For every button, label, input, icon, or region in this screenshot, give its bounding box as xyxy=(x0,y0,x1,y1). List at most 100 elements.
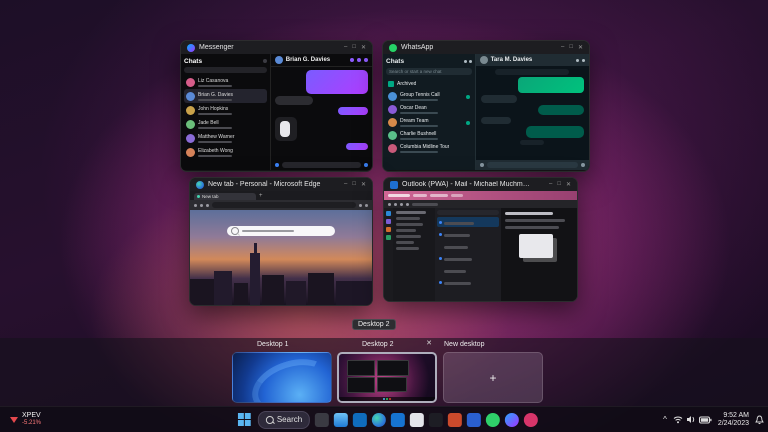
video-call-icon[interactable] xyxy=(357,58,361,62)
chat-list-item[interactable]: John Hopkins xyxy=(184,103,267,117)
new-mail-icon[interactable] xyxy=(388,203,391,206)
word-icon[interactable] xyxy=(467,413,481,427)
new-chat-icon[interactable] xyxy=(464,60,467,63)
archived-row[interactable]: Archived xyxy=(386,77,472,90)
info-icon[interactable] xyxy=(364,58,368,62)
todo-icon[interactable] xyxy=(386,235,391,240)
new-tab-icon[interactable]: + xyxy=(259,193,263,200)
store-icon[interactable] xyxy=(391,413,405,427)
search-button[interactable]: Search xyxy=(258,411,310,429)
calendar-icon[interactable] xyxy=(386,219,391,224)
chat-list-item[interactable]: Liz Casanova xyxy=(184,75,267,89)
folder-item[interactable] xyxy=(396,229,416,232)
desktop-1-thumbnail[interactable] xyxy=(232,352,332,403)
messenger-icon[interactable] xyxy=(505,413,519,427)
close-icon[interactable]: ✕ xyxy=(361,44,366,51)
close-desktop-icon[interactable]: ✕ xyxy=(424,339,434,349)
close-icon[interactable]: ✕ xyxy=(361,181,366,188)
search-icon[interactable] xyxy=(576,59,579,62)
browser-tab[interactable]: New tab xyxy=(194,193,256,200)
mail-search-bar[interactable] xyxy=(437,210,499,215)
quick-settings-button[interactable] xyxy=(673,415,712,424)
mail-item[interactable] xyxy=(437,229,499,239)
window-controls[interactable]: – □ ✕ xyxy=(344,44,366,51)
maximize-icon[interactable]: □ xyxy=(569,44,573,51)
mail-item[interactable] xyxy=(437,253,499,263)
close-icon[interactable]: ✕ xyxy=(578,44,583,51)
mail-icon[interactable] xyxy=(386,211,391,216)
window-messenger[interactable]: Messenger – □ ✕ Chats Liz Casanova xyxy=(180,40,373,172)
emoji-icon[interactable] xyxy=(480,163,484,167)
chat-list-item[interactable]: Elizabeth Wong xyxy=(184,145,267,159)
window-controls[interactable]: – □ ✕ xyxy=(561,44,583,51)
move-icon[interactable] xyxy=(406,203,409,206)
minimize-icon[interactable]: – xyxy=(344,44,347,51)
mail-item[interactable] xyxy=(437,241,499,251)
widgets-button[interactable]: XPEV -5.21% xyxy=(6,410,45,429)
chat-list-item[interactable]: Dream Team xyxy=(386,116,472,129)
call-icon[interactable] xyxy=(350,58,354,62)
address-bar[interactable] xyxy=(212,202,356,208)
desktop-2-thumbnail[interactable] xyxy=(337,352,437,403)
notepad-icon[interactable] xyxy=(410,413,424,427)
close-icon[interactable]: ✕ xyxy=(566,181,571,188)
compose-icon[interactable] xyxy=(263,59,267,63)
pinned-app-red-icon[interactable] xyxy=(524,413,538,427)
chat-list-item[interactable]: Columbia Midline Tour xyxy=(386,142,472,155)
maximize-icon[interactable]: □ xyxy=(557,181,561,188)
start-button[interactable] xyxy=(236,411,253,428)
chat-list-item[interactable]: Jade Bell xyxy=(184,117,267,131)
folder-item[interactable] xyxy=(396,235,421,238)
ribbon-item[interactable] xyxy=(430,194,448,197)
message-input[interactable] xyxy=(487,162,578,168)
messenger-search-input[interactable] xyxy=(184,67,267,73)
new-desktop-tile[interactable]: + xyxy=(443,352,543,403)
ribbon-item[interactable] xyxy=(451,194,463,197)
whatsapp-search-input[interactable]: Search or start a new chat xyxy=(386,68,472,75)
window-outlook[interactable]: Outlook (PWA) - Mail - Michael Muchmore … xyxy=(383,177,578,302)
folder-item[interactable] xyxy=(396,241,414,244)
chat-list-item[interactable]: Charlie Bushnell xyxy=(386,129,472,142)
edge-icon[interactable] xyxy=(372,413,386,427)
window-controls[interactable]: – □ ✕ xyxy=(344,181,366,188)
folder-item[interactable] xyxy=(396,211,426,214)
notification-center-button[interactable] xyxy=(755,415,764,425)
snipping-tool-icon[interactable] xyxy=(315,413,329,427)
profile-icon[interactable] xyxy=(365,204,368,207)
ribbon-item[interactable] xyxy=(388,194,410,197)
maximize-icon[interactable]: □ xyxy=(352,44,356,51)
minimize-icon[interactable]: – xyxy=(344,181,347,188)
window-whatsapp[interactable]: WhatsApp – □ ✕ Chats Search or start a n… xyxy=(382,40,590,172)
menu-icon[interactable] xyxy=(469,60,472,63)
message-input[interactable] xyxy=(282,162,361,168)
chat-list-item-selected[interactable]: Brian G. Davies xyxy=(184,89,267,103)
favorites-icon[interactable] xyxy=(359,204,362,207)
delete-icon[interactable] xyxy=(394,203,397,206)
minimize-icon[interactable]: – xyxy=(549,181,552,188)
onedrive-icon[interactable] xyxy=(353,413,367,427)
whatsapp-titlebar[interactable]: WhatsApp – □ ✕ xyxy=(383,41,589,54)
ribbon-item[interactable] xyxy=(413,194,427,197)
web-search-bar[interactable] xyxy=(227,226,335,236)
clock[interactable]: 9:52 AM 2/24/2023 xyxy=(718,412,749,428)
chat-list-item[interactable]: Oscar Dean xyxy=(386,103,472,116)
folder-item[interactable] xyxy=(396,223,423,226)
messenger-titlebar[interactable]: Messenger – □ ✕ xyxy=(181,41,372,54)
terminal-icon[interactable] xyxy=(429,413,443,427)
menu-icon[interactable] xyxy=(582,59,585,62)
maximize-icon[interactable]: □ xyxy=(352,181,356,188)
people-icon[interactable] xyxy=(386,227,391,232)
whatsapp-icon[interactable] xyxy=(486,413,500,427)
archive-icon[interactable] xyxy=(400,203,403,206)
chat-list-item[interactable]: Matthew Warner xyxy=(184,131,267,145)
outlook-titlebar[interactable]: Outlook (PWA) - Mail - Michael Muchmore … xyxy=(384,178,577,191)
forward-icon[interactable] xyxy=(200,204,203,207)
folder-item[interactable] xyxy=(396,247,419,250)
powerpoint-icon[interactable] xyxy=(448,413,462,427)
window-controls[interactable]: – □ ✕ xyxy=(549,181,571,188)
mail-item-selected[interactable] xyxy=(437,217,499,227)
mic-icon[interactable] xyxy=(581,163,585,167)
attach-icon[interactable] xyxy=(275,163,279,167)
mail-item[interactable] xyxy=(437,277,499,287)
minimize-icon[interactable]: – xyxy=(561,44,564,51)
